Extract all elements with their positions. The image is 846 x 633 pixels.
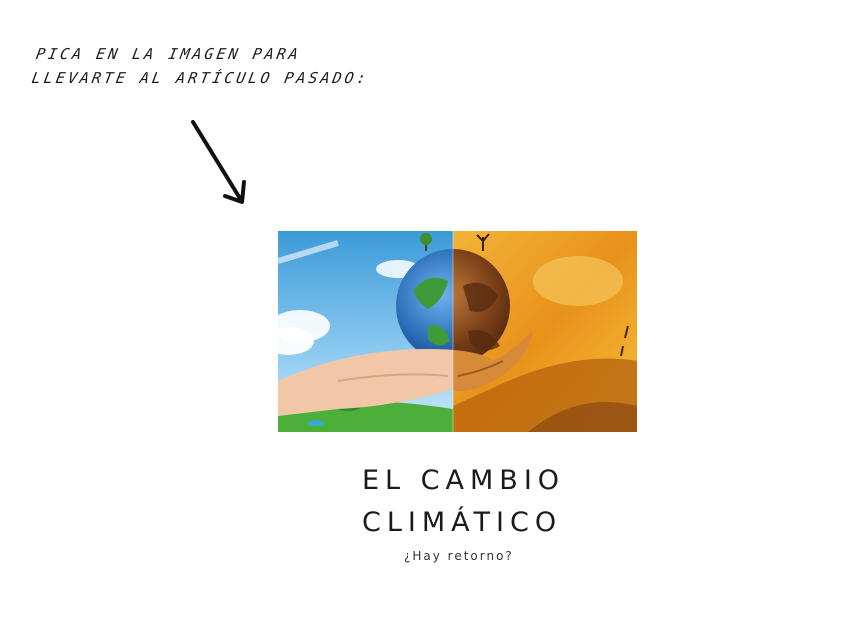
climate-change-image-link[interactable] — [278, 231, 637, 432]
article-subtitle: ¿Hay retorno? — [404, 549, 514, 563]
instruction-line-1: PICA EN LA IMAGEN PARA — [34, 45, 303, 63]
title-line-2: CLIMÁTICO — [362, 507, 563, 538]
instruction-line-2: LLEVARTE AL ARTÍCULO PASADO: — [30, 69, 371, 87]
arrow-down-right-icon — [191, 120, 246, 204]
title-line-1: EL CAMBIO — [362, 465, 566, 496]
climate-change-hand-globe-image — [278, 231, 637, 432]
article-title: EL CAMBIO CLIMÁTICO — [362, 460, 622, 544]
instruction-text: PICA EN LA IMAGEN PARA LLEVARTE AL ARTÍC… — [30, 42, 458, 90]
